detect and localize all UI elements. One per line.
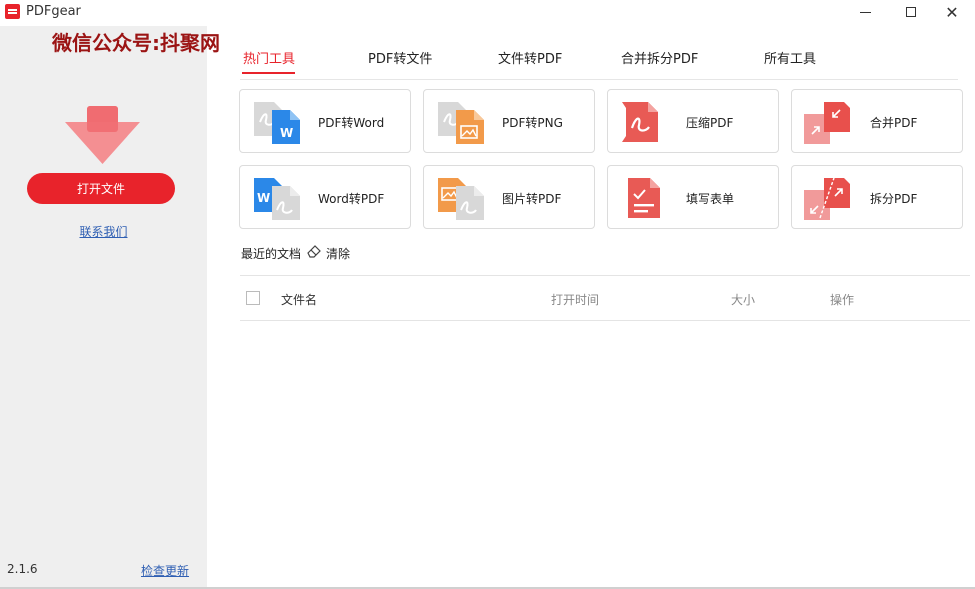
tool-label: 压缩PDF (686, 116, 734, 130)
title-bar: PDFgear ✕ (0, 0, 975, 26)
column-header-size[interactable]: 大小 (731, 291, 755, 308)
tool-card-split-pdf[interactable]: 拆分PDF (791, 165, 963, 229)
app-logo-icon (5, 4, 20, 19)
svg-text:W: W (257, 191, 270, 205)
tool-label: 图片转PDF (502, 192, 562, 206)
maximize-icon (906, 7, 916, 17)
app-title: PDFgear (26, 4, 81, 19)
minimize-icon (859, 11, 871, 13)
merge-pdf-icon (804, 102, 850, 144)
column-header-filename[interactable]: 文件名 (281, 291, 317, 308)
contact-us-link[interactable]: 联系我们 (0, 223, 207, 240)
tabs-divider (240, 79, 958, 80)
pdf-to-png-icon (438, 102, 484, 144)
tab-popular-tools[interactable]: 热门工具 (243, 48, 295, 67)
eraser-icon[interactable] (306, 244, 322, 260)
svg-text:W: W (280, 126, 293, 140)
open-file-button[interactable]: 打开文件 (27, 173, 175, 204)
tool-card-fill-form[interactable]: 填写表单 (607, 165, 779, 229)
recent-documents-title: 最近的文档 (241, 247, 302, 261)
tool-label: 拆分PDF (870, 192, 918, 206)
tool-card-image-to-pdf[interactable]: 图片转PDF (423, 165, 595, 229)
tool-label: PDF转PNG (502, 116, 563, 130)
table-header-top-divider (240, 275, 970, 276)
maximize-button[interactable] (888, 0, 934, 24)
clear-button[interactable]: 清除 (326, 245, 350, 262)
tool-label: Word转PDF (318, 192, 385, 206)
tool-card-pdf-to-png[interactable]: PDF转PNG (423, 89, 595, 153)
tool-label: 填写表单 (686, 192, 735, 206)
table-header-bottom-divider (240, 320, 970, 321)
compress-pdf-icon (622, 102, 658, 142)
fill-form-icon (628, 178, 660, 218)
tool-card-merge-pdf[interactable]: 合并PDF (791, 89, 963, 153)
tool-card-word-to-pdf[interactable]: W Word转PDF (239, 165, 411, 229)
tab-pdf-to-file[interactable]: PDF转文件 (368, 48, 432, 67)
word-to-pdf-icon: W (254, 178, 300, 220)
tab-all-tools[interactable]: 所有工具 (764, 48, 816, 67)
column-header-actions: 操作 (830, 293, 855, 307)
check-update-link[interactable]: 检查更新 (141, 562, 189, 579)
split-pdf-icon (804, 177, 850, 220)
pdf-to-word-icon: W (254, 102, 300, 144)
tool-label: PDF转Word (318, 116, 385, 130)
tab-merge-split-pdf[interactable]: 合并拆分PDF (621, 48, 698, 67)
select-all-checkbox[interactable] (246, 291, 260, 305)
active-tab-indicator (242, 72, 295, 74)
file-drop-icon (65, 106, 140, 164)
column-header-open-time[interactable]: 打开时间 (551, 291, 599, 308)
image-to-pdf-icon (438, 178, 484, 220)
tool-label: 合并PDF (870, 116, 918, 130)
watermark-text: 微信公众号:抖聚网 (52, 31, 220, 55)
tab-file-to-pdf[interactable]: 文件转PDF (498, 48, 562, 67)
close-button[interactable]: ✕ (929, 0, 975, 24)
minimize-button[interactable] (842, 0, 888, 24)
tool-card-pdf-to-word[interactable]: W PDF转Word (239, 89, 411, 153)
tool-card-compress-pdf[interactable]: 压缩PDF (607, 89, 779, 153)
tool-tabs: 热门工具 PDF转文件 文件转PDF 合并拆分PDF 所有工具 (207, 44, 975, 80)
version-label: 2.1.6 (7, 562, 38, 576)
sidebar: 打开文件 联系我们 2.1.6 检查更新 (0, 26, 207, 589)
